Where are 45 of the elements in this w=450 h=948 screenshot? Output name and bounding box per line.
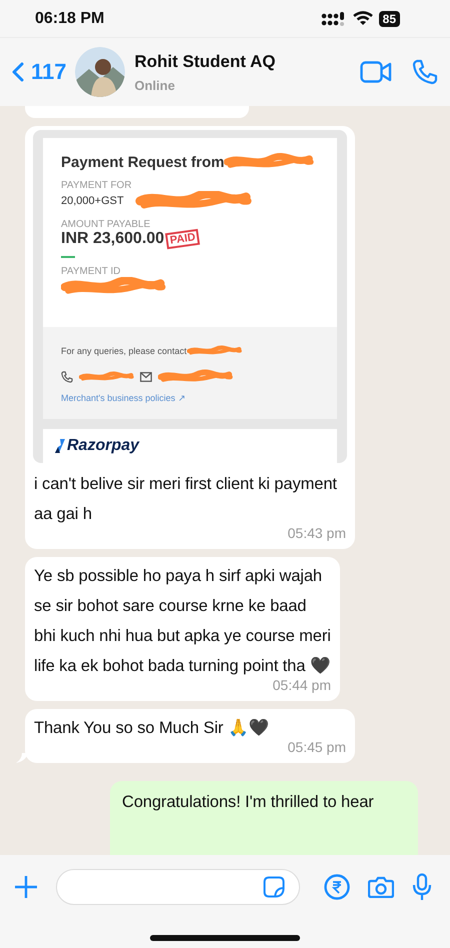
attach-button[interactable]: [14, 875, 38, 899]
payment-title: Payment Request from: [61, 154, 224, 170]
plus-icon: [14, 875, 38, 899]
field-label: PAYMENT ID: [61, 266, 122, 277]
status-time: 06:18 PM: [35, 10, 104, 28]
sticker-icon: [263, 876, 285, 898]
rupee-icon: [324, 874, 350, 900]
field-value: 20,000+GST: [61, 195, 124, 207]
camera-button[interactable]: [368, 876, 394, 898]
microphone-icon: [412, 873, 432, 901]
camera-icon: [368, 876, 394, 898]
message-time: 05:45 pm: [286, 739, 346, 755]
contact-name: Rohit Student AQ: [134, 52, 277, 72]
wifi-icon: [352, 11, 373, 26]
payment-button[interactable]: [324, 874, 350, 900]
message-time: 05:43 pm: [286, 525, 346, 541]
back-button[interactable]: 117: [12, 59, 66, 85]
voice-call-button[interactable]: [412, 59, 438, 85]
signal-icon: [320, 12, 347, 26]
brand-name: Razorpay: [67, 437, 140, 455]
amount-value: INR 23,600.00: [61, 230, 164, 248]
message-text: i can't belive sir meri first client ki payment aa gai h: [34, 474, 338, 525]
field-label: PAYMENT FOR: [61, 180, 133, 191]
message-time: 05:44 pm: [272, 677, 331, 693]
phone-icon: [412, 59, 438, 85]
message-input[interactable]: [56, 869, 300, 905]
chevron-left-icon: [12, 62, 24, 82]
message-text: Ye sb possible ho paya h sirf apki wajah se sir bohot sare course krne ke baad bhi kuch nhi hua but apka ye course meri life ka ek bohot bada turning point tha 🖤: [34, 566, 331, 677]
razorpay-logo-icon: [55, 439, 65, 453]
avatar[interactable]: [74, 47, 124, 97]
phone-icon: [61, 371, 73, 383]
message-text: Thank You so so Much Sir 🙏🖤: [34, 718, 271, 739]
message-text: Congratulations! I'm thrilled to hear: [122, 792, 375, 813]
video-call-button[interactable]: [360, 61, 392, 83]
payment-screenshot[interactable]: Payment Request from PAYMENT FOR 20,000+GST AMOUNT PAYABLE INR 23,600.00 PAID PAYMENT ID For any queries, please contact Merchant's business policies ↗ Razorpay: [33, 130, 347, 463]
contact-note: For any queries, please contact: [61, 346, 187, 356]
accent-rule: [61, 256, 75, 258]
mail-icon: [140, 372, 152, 382]
microphone-button[interactable]: [412, 873, 432, 901]
battery-indicator: 85: [378, 10, 400, 26]
field-label: AMOUNT PAYABLE: [61, 219, 152, 230]
video-camera-icon: [360, 61, 392, 83]
paid-stamp: PAID: [165, 228, 201, 250]
policies-link[interactable]: Merchant's business policies ↗: [61, 393, 319, 403]
presence-status: Online: [134, 78, 176, 92]
